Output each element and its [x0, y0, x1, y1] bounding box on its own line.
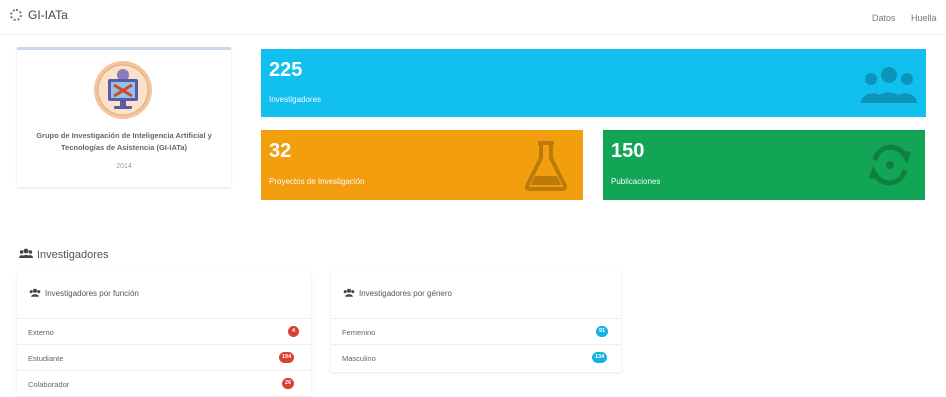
stat-label: Publicaciones [611, 177, 661, 186]
list-item-label: Femenino [342, 328, 376, 337]
panel-title-text: Investigadores por función [45, 289, 139, 298]
panel-title: Investigadores por función [29, 288, 139, 299]
panel-title: Investigadores por género [343, 288, 452, 299]
flask-icon [524, 141, 568, 191]
top-navbar: GI-IATa Datos Huella [0, 0, 946, 35]
list-item-label: Masculino [342, 354, 376, 363]
list-item[interactable]: Estudiante 194 [17, 344, 311, 371]
list-item[interactable]: Colaborador 26 [17, 370, 311, 397]
users-icon [19, 248, 33, 261]
count-badge: 194 [279, 352, 295, 363]
spinner-icon [10, 9, 22, 21]
count-badge: 26 [282, 378, 295, 389]
ai-monitor-logo-icon [94, 61, 152, 119]
brand-title: GI-IATa [28, 8, 68, 22]
stat-label: Investigadores [269, 95, 322, 104]
count-badge: 91 [596, 326, 609, 337]
users-icon [861, 67, 917, 103]
list-item-label: Colaborador [28, 380, 70, 389]
group-profile-card: Grupo de Investigación de Inteligencia A… [17, 47, 231, 187]
users-icon [343, 288, 355, 299]
list-item-label: Estudiante [28, 354, 64, 363]
nav-link-datos[interactable]: Datos [872, 13, 896, 23]
list-item[interactable]: Externo 4 [17, 318, 311, 345]
stat-value: 150 [611, 140, 645, 162]
brand-link[interactable]: GI-IATa [10, 8, 68, 22]
group-year: 2014 [116, 163, 132, 170]
stat-value: 32 [269, 140, 292, 162]
group-logo [93, 60, 153, 120]
count-badge: 134 [592, 352, 608, 363]
panel-investigadores-por-funcion: Investigadores por función Externo 4 Est… [17, 272, 311, 396]
stat-box-proyectos[interactable]: 32 Proyectos de Investigación [261, 130, 583, 200]
panel-investigadores-por-genero: Investigadores por género Femenino 91 Ma… [331, 272, 621, 372]
users-icon [29, 288, 41, 299]
stat-box-investigadores[interactable]: 225 Investigadores [261, 49, 926, 117]
list-item[interactable]: Femenino 91 [331, 318, 621, 345]
stat-box-publicaciones[interactable]: 150 Publicaciones [603, 130, 925, 200]
section-investigadores-heading: Investigadores [19, 248, 109, 261]
group-name: Grupo de Investigación de Inteligencia A… [36, 131, 212, 152]
nav-link-huella[interactable]: Huella [911, 13, 937, 23]
panel-title-text: Investigadores por género [359, 289, 452, 298]
stat-value: 225 [269, 59, 303, 81]
count-badge: 4 [288, 326, 299, 337]
list-item-label: Externo [28, 328, 54, 337]
section-title: Investigadores [37, 248, 109, 261]
stat-label: Proyectos de Investigación [269, 177, 365, 186]
refresh-icon [869, 144, 911, 186]
list-item[interactable]: Masculino 134 [331, 344, 621, 371]
